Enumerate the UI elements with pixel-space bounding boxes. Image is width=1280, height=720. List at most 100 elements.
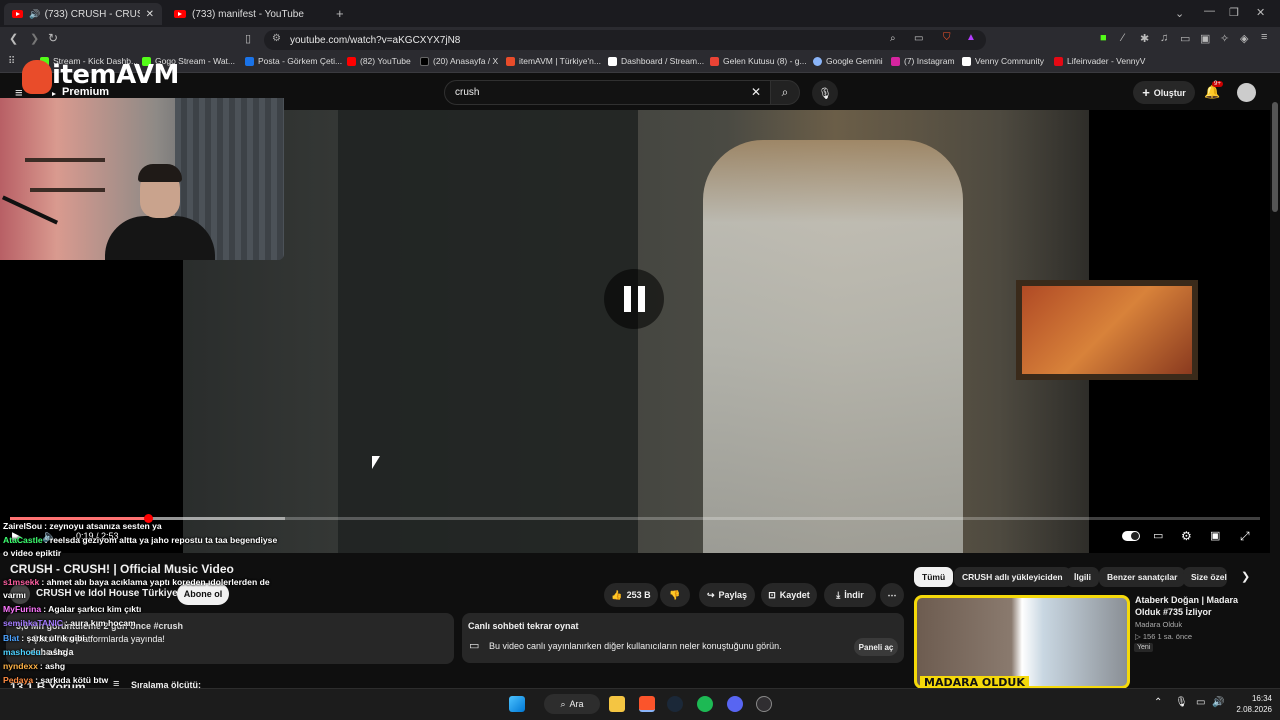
obs-icon[interactable] <box>756 696 772 712</box>
address-bar[interactable]: ⚙ youtube.com/watch?v=aKGCXYX7jN8 ⌕ ▭ ⛉ … <box>264 30 986 50</box>
open-panel-button[interactable]: Paneli aç <box>854 638 898 656</box>
site-info-icon[interactable]: ⚙ <box>272 33 281 44</box>
tab-label: (733) manifest - YouTube <box>192 8 304 20</box>
shelf <box>30 188 105 192</box>
share-button[interactable]: ↪ Paylaş <box>699 583 755 607</box>
bookmark-item[interactable]: Venny Community <box>962 56 1044 66</box>
tab-label: (733) CRUSH - CRUSH! | Offic <box>44 8 140 20</box>
minimize-icon[interactable]: — <box>1204 5 1215 17</box>
download-icon: ⤓ <box>836 589 841 600</box>
close-tab-icon[interactable]: ✕ <box>146 9 154 20</box>
brave-browser-icon[interactable] <box>639 696 655 712</box>
search-button[interactable]: ⌕ <box>770 80 800 105</box>
bookmark-icon[interactable]: ▯ <box>245 32 251 45</box>
save-button[interactable]: ⊡ Kaydet <box>761 583 817 607</box>
pause-button[interactable] <box>604 269 664 329</box>
bookmark-item[interactable]: (20) Anasayfa / X <box>420 56 498 66</box>
download-button[interactable]: ⤓ İndir <box>824 583 876 607</box>
settings-gear-icon[interactable]: ⚙ <box>1181 529 1192 543</box>
new-tab-icon[interactable]: + <box>336 6 344 21</box>
recommendation-title[interactable]: Ataberk Doğan | Madara Olduk #735 İzliyo… <box>1135 594 1265 618</box>
bookmark-item[interactable]: Posta - Görkem Çeti... <box>245 56 342 66</box>
tray-display-icon[interactable]: ▭ <box>1196 697 1205 708</box>
speaker-icon[interactable]: 🔊 <box>29 9 40 20</box>
recommendation-channel[interactable]: Madara Olduk <box>1135 620 1182 629</box>
download-label: İndir <box>844 590 864 600</box>
chip-similar-artists[interactable]: Benzer sanatçılar <box>1099 567 1186 587</box>
apps-grid-icon[interactable]: ⠿ <box>8 56 15 67</box>
close-window-icon[interactable]: ✕ <box>1256 6 1265 19</box>
scrollbar-thumb[interactable] <box>1272 102 1278 212</box>
brave-shield-icon[interactable]: ⛉ <box>943 32 951 43</box>
discord-icon[interactable] <box>727 696 743 712</box>
music-icon[interactable]: ♫ <box>1160 32 1168 44</box>
more-dots-icon: ⋯ <box>887 589 897 600</box>
toggle-knob <box>1131 532 1139 540</box>
tray-arrow-icon[interactable]: ⌃ <box>1154 697 1162 708</box>
back-icon[interactable]: ❮ <box>9 32 18 45</box>
bookmark-item[interactable]: Google Gemini <box>813 56 883 66</box>
spotify-icon[interactable] <box>697 696 713 712</box>
cast-icon[interactable]: ▭ <box>914 33 923 44</box>
streamer-hair <box>138 164 182 182</box>
recommendation-thumbnail[interactable] <box>914 595 1130 689</box>
dislike-button[interactable]: 👎 <box>660 583 690 607</box>
extension-icon[interactable]: ⁄ <box>1122 32 1124 44</box>
chip-for-you[interactable]: Size özel <box>1183 567 1227 587</box>
taskbar-search[interactable]: ⌕ Ara <box>544 694 600 714</box>
bookmark-item[interactable]: Dashboard / Stream... <box>608 56 704 66</box>
tray-mic-icon[interactable]: 🎙 <box>1175 697 1188 708</box>
search-query: crush <box>455 87 480 98</box>
notifications-button[interactable]: 🔔 9+ <box>1204 81 1223 100</box>
search-input[interactable]: crush ✕ <box>444 80 772 105</box>
tray-volume-icon[interactable]: 🔊 <box>1212 697 1224 708</box>
bookmark-item[interactable]: Lifeinvader - VennyV <box>1054 56 1145 66</box>
sidebar-icon[interactable]: ▭ <box>1180 32 1190 45</box>
bookmark-item[interactable]: itemAVM | Türkiye'n... <box>506 56 601 66</box>
bookmark-save-icon: ⊡ <box>768 589 776 600</box>
voice-search-button[interactable]: 🎙 <box>812 80 838 106</box>
tab-list-icon[interactable]: ⌄ <box>1175 7 1184 20</box>
chip-all[interactable]: Tümü <box>914 567 954 587</box>
chat-text: : aura kım hocam <box>65 618 136 628</box>
brave-rewards-icon[interactable]: ▲ <box>966 32 976 43</box>
extension-icon[interactable]: ■ <box>1100 32 1107 44</box>
bookmark-item[interactable]: (82) YouTube <box>347 56 411 66</box>
chat-text: : ashg <box>42 647 69 657</box>
more-actions-button[interactable]: ⋯ <box>880 583 904 607</box>
steam-icon[interactable] <box>667 696 683 712</box>
captions-icon[interactable]: ▭ <box>1153 529 1163 542</box>
tab-crush[interactable]: 🔊 (733) CRUSH - CRUSH! | Offic ✕ <box>4 3 162 25</box>
miniplayer-icon[interactable]: ▣ <box>1210 529 1220 542</box>
bookmark-item[interactable]: (7) Instagram <box>891 56 955 66</box>
tab-manifest[interactable]: (733) manifest - YouTube <box>166 3 326 25</box>
reload-icon[interactable]: ↻ <box>48 31 58 45</box>
chip-from-uploader[interactable]: CRUSH adlı yükleyiciden <box>954 567 1071 587</box>
leo-icon[interactable]: ✧ <box>1220 32 1229 45</box>
wallet-icon[interactable]: ▣ <box>1200 32 1210 45</box>
forward-icon[interactable]: ❯ <box>30 32 39 45</box>
like-button[interactable]: 👍 253 B <box>604 583 658 607</box>
avatar[interactable] <box>1237 83 1256 102</box>
file-explorer-icon[interactable] <box>609 696 625 712</box>
puzzle-icon[interactable]: ✱ <box>1140 32 1149 45</box>
chips-next-icon[interactable]: ❯ <box>1241 570 1250 583</box>
taskbar-clock[interactable]: 16:34 2.08.2026 <box>1228 693 1272 715</box>
autoplay-toggle[interactable] <box>1122 531 1140 541</box>
maximize-icon[interactable]: ❐ <box>1229 6 1239 19</box>
bookmark-item[interactable]: Gelen Kutusu (8) - g... <box>710 56 807 66</box>
clear-search-icon[interactable]: ✕ <box>751 85 761 99</box>
vpn-icon[interactable]: ◈ <box>1240 32 1248 45</box>
thumbs-up-icon: 👍 <box>611 589 623 600</box>
share-icon: ↪ <box>706 589 715 600</box>
create-button[interactable]: + Oluştur <box>1133 81 1195 104</box>
fullscreen-icon[interactable]: ⤢ <box>1240 529 1250 544</box>
chat-text: : şarkı ulrık gibi <box>21 633 85 643</box>
menu-icon[interactable]: ≡ <box>1261 31 1267 43</box>
chip-related[interactable]: İlgili <box>1066 567 1099 587</box>
zoom-icon[interactable]: ⌕ <box>890 33 896 44</box>
lifeinvader-icon <box>1054 56 1063 66</box>
mouse-cursor <box>372 456 380 469</box>
itemavm-mascot-logo <box>22 60 52 94</box>
windows-start-icon[interactable] <box>509 696 525 712</box>
